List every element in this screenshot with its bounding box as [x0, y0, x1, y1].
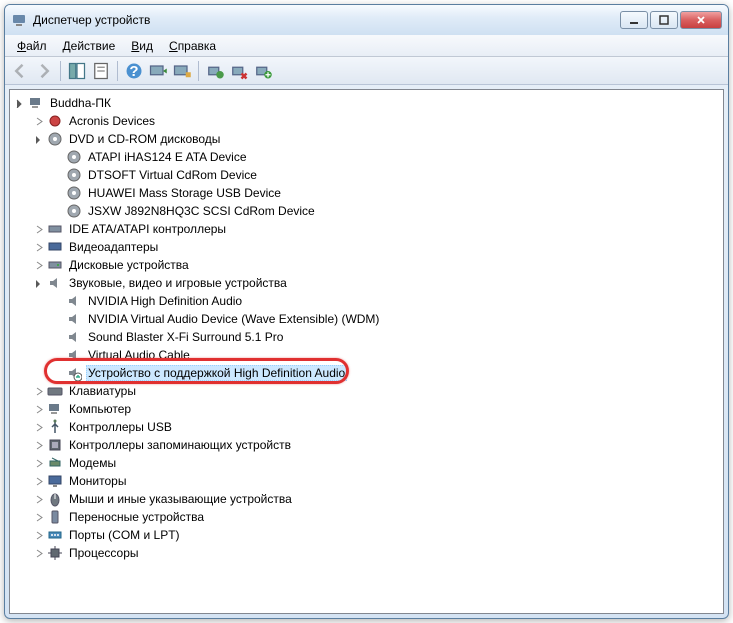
expand-icon[interactable]: [31, 113, 47, 129]
tree-item[interactable]: Клавиатуры: [12, 382, 721, 400]
computer-icon: [28, 95, 44, 111]
modem-icon: [47, 455, 63, 471]
tree-item[interactable]: Звуковые, видео и игровые устройства: [12, 274, 721, 292]
menubar: Файл Действие Вид Справка: [5, 35, 728, 57]
tree-item[interactable]: Переносные устройства: [12, 508, 721, 526]
cd-drive-icon: [66, 167, 82, 183]
app-icon: [11, 12, 27, 28]
expand-icon[interactable]: [31, 437, 47, 453]
expand-icon[interactable]: [31, 401, 47, 417]
tree-label: Buddha-ПК: [48, 95, 113, 111]
tree-item[interactable]: Мониторы: [12, 472, 721, 490]
sound-icon: [66, 329, 82, 345]
tree-item[interactable]: Virtual Audio Cable: [12, 346, 721, 364]
cd-drive-icon: [66, 185, 82, 201]
processor-icon: [47, 545, 63, 561]
minimize-button[interactable]: [620, 11, 648, 29]
display-adapter-icon: [47, 239, 63, 255]
sound-icon: [47, 275, 63, 291]
tree-item[interactable]: Acronis Devices: [12, 112, 721, 130]
forward-button[interactable]: [33, 60, 55, 82]
device-tree[interactable]: Buddha-ПК Acronis Devices DVD и CD-ROM д…: [10, 90, 723, 613]
cd-drive-icon: [66, 149, 82, 165]
collapse-icon[interactable]: [31, 131, 47, 147]
expand-icon[interactable]: [31, 383, 47, 399]
disk-drive-icon: [47, 257, 63, 273]
cd-drive-icon: [66, 203, 82, 219]
cd-drive-icon: [47, 131, 63, 147]
expand-icon[interactable]: [31, 455, 47, 471]
controller-icon: [47, 221, 63, 237]
portable-device-icon: [47, 509, 63, 525]
menu-action[interactable]: Действие: [55, 37, 124, 55]
sound-icon: [66, 293, 82, 309]
tree-root[interactable]: Buddha-ПК: [12, 94, 721, 112]
show-hide-tree-button[interactable]: [66, 60, 88, 82]
tree-item[interactable]: Мыши и иные указывающие устройства: [12, 490, 721, 508]
titlebar[interactable]: Диспетчер устройств: [5, 5, 728, 35]
collapse-icon[interactable]: [31, 275, 47, 291]
sound-warning-icon: [66, 365, 82, 381]
device-manager-window: Диспетчер устройств Файл Действие Вид Сп…: [4, 4, 729, 619]
expand-icon[interactable]: [31, 491, 47, 507]
tree-item[interactable]: JSXW J892N8HQ3C SCSI CdRom Device: [12, 202, 721, 220]
tree-item[interactable]: ATAPI iHAS124 E ATA Device: [12, 148, 721, 166]
expand-icon[interactable]: [31, 239, 47, 255]
view-button[interactable]: [171, 60, 193, 82]
expand-icon[interactable]: [31, 545, 47, 561]
tree-item[interactable]: Дисковые устройства: [12, 256, 721, 274]
window-title: Диспетчер устройств: [33, 13, 620, 27]
tree-item[interactable]: Контроллеры запоминающих устройств: [12, 436, 721, 454]
uninstall-button[interactable]: [228, 60, 250, 82]
menu-help[interactable]: Справка: [161, 37, 224, 55]
expand-icon[interactable]: [31, 473, 47, 489]
tree-item[interactable]: Компьютер: [12, 400, 721, 418]
computer-icon: [47, 401, 63, 417]
tree-item[interactable]: Видеоадаптеры: [12, 238, 721, 256]
expand-icon[interactable]: [31, 419, 47, 435]
tree-item[interactable]: IDE ATA/ATAPI контроллеры: [12, 220, 721, 238]
menu-file[interactable]: Файл: [9, 37, 55, 55]
storage-controller-icon: [47, 437, 63, 453]
content-pane: Buddha-ПК Acronis Devices DVD и CD-ROM д…: [9, 89, 724, 614]
scan-button[interactable]: [147, 60, 169, 82]
monkitor-icon: [47, 473, 63, 489]
expand-icon[interactable]: [31, 509, 47, 525]
back-button[interactable]: [9, 60, 31, 82]
close-button[interactable]: [680, 11, 722, 29]
usb-icon: [47, 419, 63, 435]
svg-text:?: ?: [129, 63, 138, 80]
properties-button[interactable]: [90, 60, 112, 82]
expand-icon[interactable]: [31, 257, 47, 273]
tree-item-selected[interactable]: Устройство с поддержкой High Definition …: [12, 364, 721, 382]
tree-item[interactable]: NVIDIA High Definition Audio: [12, 292, 721, 310]
collapse-icon[interactable]: [12, 95, 28, 111]
maximize-button[interactable]: [650, 11, 678, 29]
device-icon: [47, 113, 63, 129]
tree-item[interactable]: NVIDIA Virtual Audio Device (Wave Extens…: [12, 310, 721, 328]
expand-icon[interactable]: [31, 221, 47, 237]
help-button[interactable]: ?: [123, 60, 145, 82]
tree-item[interactable]: DTSOFT Virtual CdRom Device: [12, 166, 721, 184]
tree-item[interactable]: Порты (COM и LPT): [12, 526, 721, 544]
tree-item[interactable]: Процессоры: [12, 544, 721, 562]
enable-button[interactable]: [252, 60, 274, 82]
toolbar: ?: [5, 57, 728, 85]
update-driver-button[interactable]: [204, 60, 226, 82]
menu-view[interactable]: Вид: [123, 37, 161, 55]
tree-item[interactable]: Модемы: [12, 454, 721, 472]
keyboard-icon: [47, 383, 63, 399]
tree-item[interactable]: Контроллеры USB: [12, 418, 721, 436]
sound-icon: [66, 311, 82, 327]
sound-icon: [66, 347, 82, 363]
tree-item[interactable]: Sound Blaster X-Fi Surround 5.1 Pro: [12, 328, 721, 346]
mouse-icon: [47, 491, 63, 507]
port-icon: [47, 527, 63, 543]
tree-item[interactable]: DVD и CD-ROM дисководы: [12, 130, 721, 148]
tree-item[interactable]: HUAWEI Mass Storage USB Device: [12, 184, 721, 202]
expand-icon[interactable]: [31, 527, 47, 543]
